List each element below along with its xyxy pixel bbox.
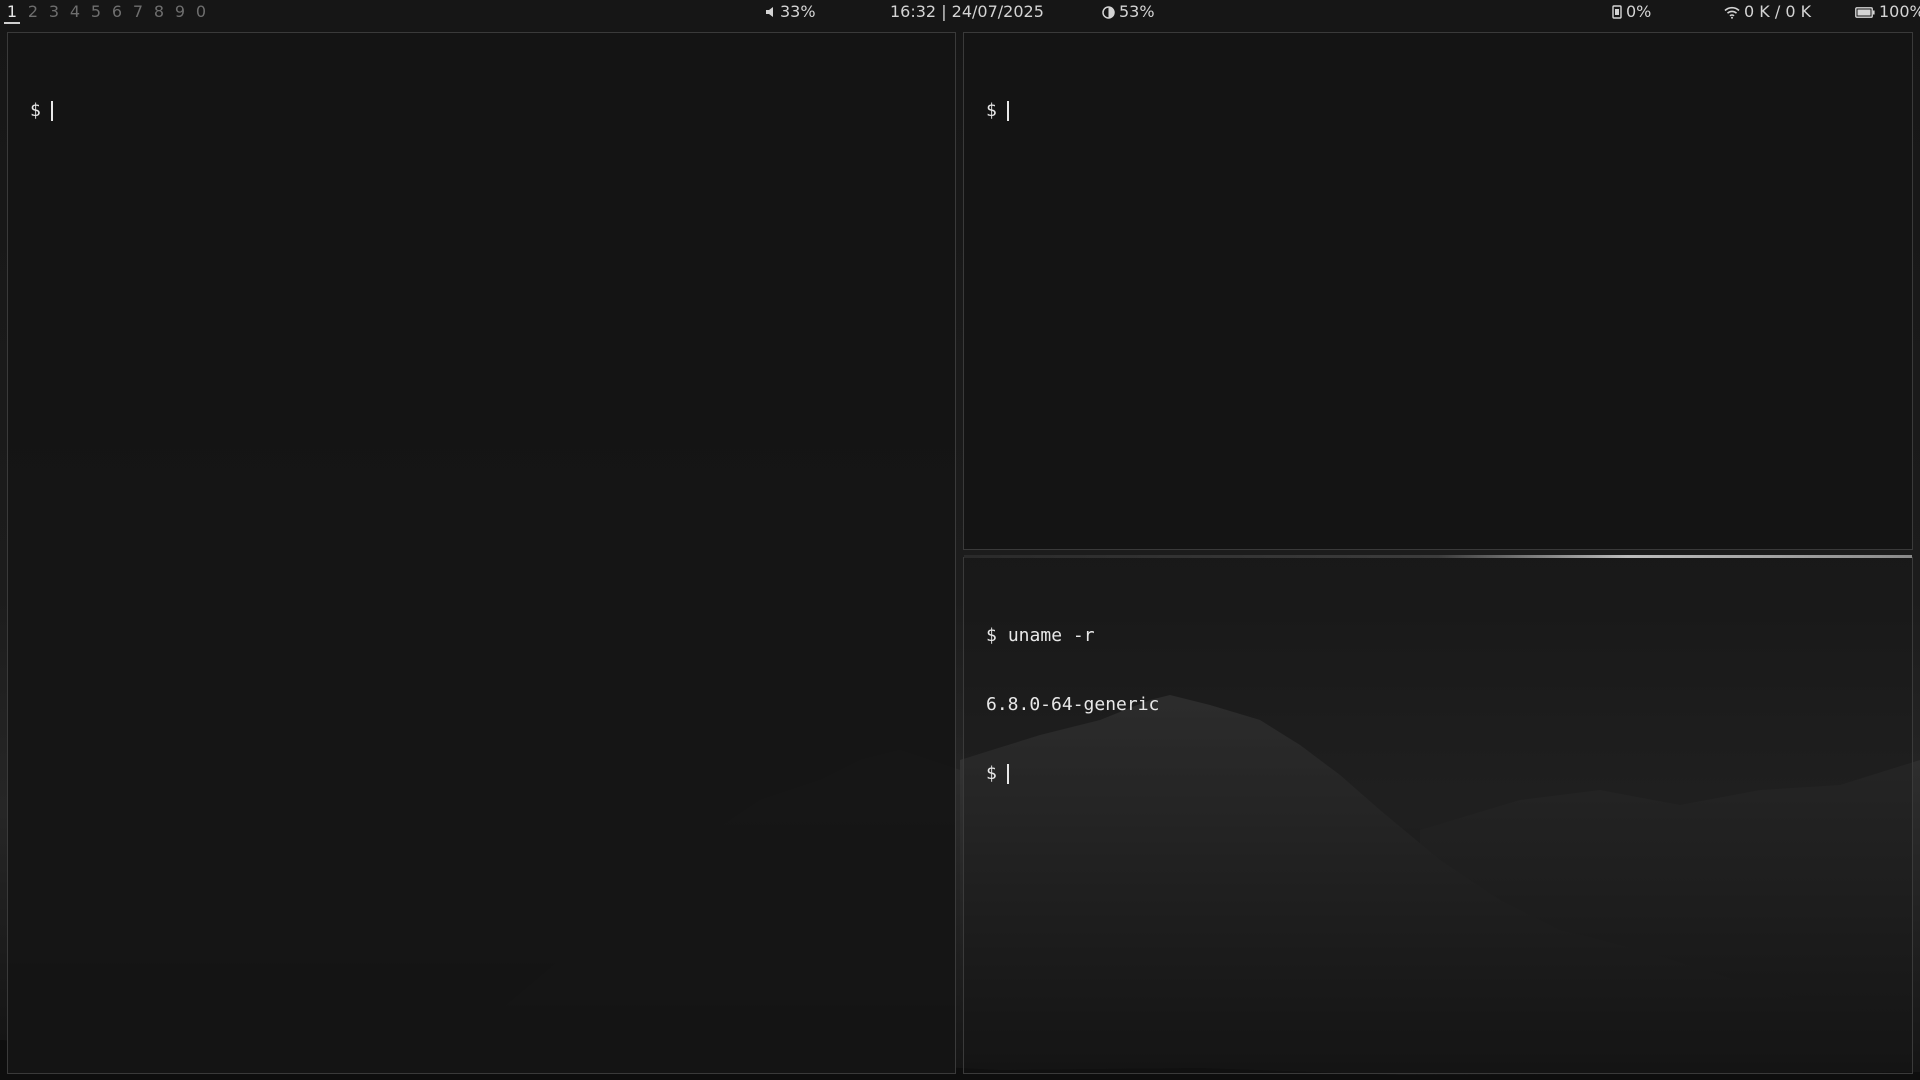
memory-chip-icon (1612, 5, 1622, 19)
volume-indicator[interactable]: 33% (766, 0, 816, 24)
desktop: 1 2 3 4 5 6 7 8 9 0 33% 16:32 | 24/07/20… (0, 0, 1920, 1080)
volume-value: 33% (780, 2, 816, 21)
terminal-left[interactable]: $ (7, 32, 956, 1074)
terminal-content: $ (30, 53, 95, 168)
battery-indicator: 100% (1855, 0, 1920, 24)
speaker-icon (766, 6, 776, 18)
prompt-symbol: $ (986, 763, 997, 784)
network-indicator[interactable]: 0 K / 0 K (1724, 0, 1811, 24)
command-output: 6.8.0-64-generic (986, 694, 1160, 715)
workspace-7[interactable]: 7 (130, 0, 146, 24)
command-text: uname -r (1007, 625, 1095, 646)
workspace-8[interactable]: 8 (151, 0, 167, 24)
brightness-indicator[interactable]: 53% (1102, 0, 1155, 24)
workspace-6[interactable]: 6 (109, 0, 125, 24)
terminal-top-right[interactable]: $ (963, 32, 1913, 550)
memory-value: 0% (1626, 2, 1652, 21)
prompt-line: $ (30, 99, 95, 122)
terminal-content: $ uname -r 6.8.0-64-generic $ (986, 578, 1159, 831)
prompt-symbol: $ (30, 100, 41, 121)
workspace-1[interactable]: 1 (4, 0, 20, 24)
workspace-0[interactable]: 0 (193, 0, 209, 24)
prompt-symbol: $ (986, 625, 997, 646)
battery-value: 100% (1879, 2, 1920, 21)
output-line: 6.8.0-64-generic (986, 693, 1159, 716)
workspace-9[interactable]: 9 (172, 0, 188, 24)
prompt-symbol: $ (986, 100, 997, 121)
workspace-3[interactable]: 3 (46, 0, 62, 24)
half-circle-icon (1102, 5, 1115, 19)
battery-icon (1855, 6, 1875, 18)
text-cursor (1006, 100, 1009, 121)
brightness-value: 53% (1119, 2, 1155, 21)
prompt-line: $ (986, 762, 1159, 785)
workspace-2[interactable]: 2 (25, 0, 41, 24)
text-cursor (1006, 763, 1009, 784)
workspace-4[interactable]: 4 (67, 0, 83, 24)
clock: 16:32 | 24/07/2025 (890, 0, 1044, 24)
command-line: $ uname -r (986, 624, 1159, 647)
network-value: 0 K / 0 K (1744, 2, 1812, 21)
terminal-content: $ (986, 53, 1051, 168)
memory-indicator: 0% (1612, 0, 1651, 24)
prompt-line: $ (986, 99, 1051, 122)
text-cursor (50, 100, 53, 121)
workspace-5[interactable]: 5 (88, 0, 104, 24)
terminal-bottom-right[interactable]: $ uname -r 6.8.0-64-generic $ (963, 555, 1913, 1074)
datetime-text: 16:32 | 24/07/2025 (890, 2, 1044, 21)
wifi-icon (1724, 6, 1740, 19)
status-bar: 1 2 3 4 5 6 7 8 9 0 33% 16:32 | 24/07/20… (0, 0, 1920, 24)
